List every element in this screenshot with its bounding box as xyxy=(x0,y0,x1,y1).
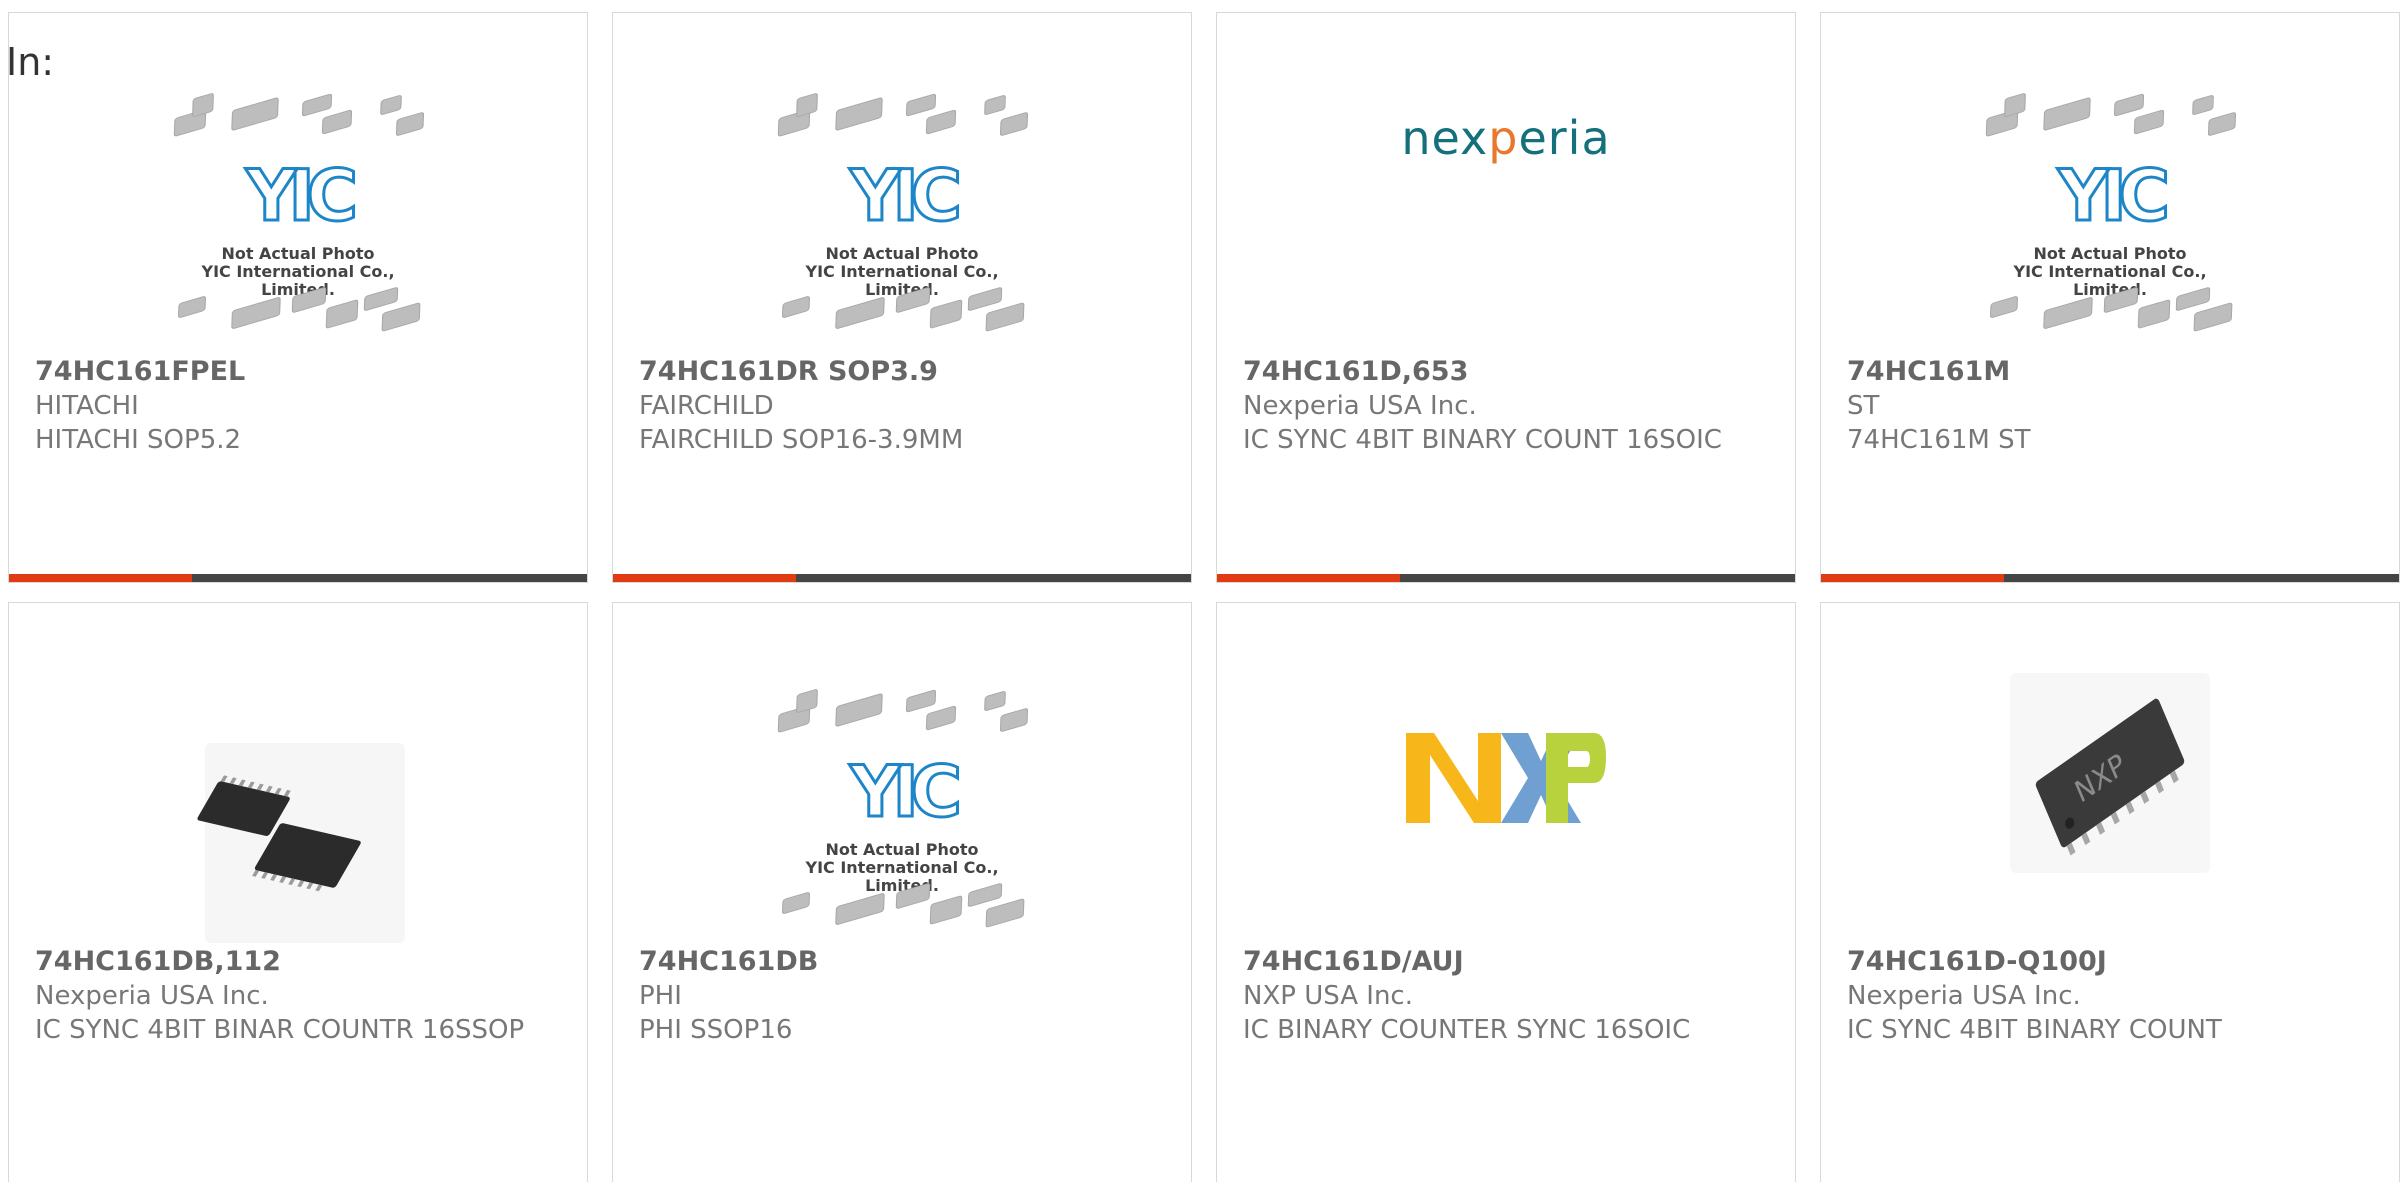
manufacturer: NXP USA Inc. xyxy=(1243,981,1413,1011)
description: HITACHI SOP5.2 xyxy=(35,425,242,455)
product-card[interactable]: 74HC161D/AUJ NXP USA Inc. IC BINARY COUN… xyxy=(1216,602,1796,1182)
product-image[interactable] xyxy=(163,673,433,943)
manufacturer: FAIRCHILD xyxy=(639,391,774,421)
product-image[interactable]: YIC Not Actual Photo YIC International C… xyxy=(1975,91,2245,361)
placeholder-note: Not Actual Photo xyxy=(2033,244,2187,263)
description: IC SYNC 4BIT BINAR COUNTR 16SSOP xyxy=(35,1015,525,1045)
product-card[interactable]: YIC Not Actual Photo YIC International C… xyxy=(612,602,1192,1182)
manufacturer: Nexperia USA Inc. xyxy=(35,981,269,1011)
placeholder-note: Not Actual Photo xyxy=(221,244,375,263)
card-accent-bar xyxy=(9,574,587,582)
card-accent-bar xyxy=(1821,574,2399,582)
nxp-logo xyxy=(1406,733,1606,823)
yic-logo: YIC xyxy=(2056,154,2171,239)
placeholder-note: Not Actual Photo xyxy=(825,840,979,859)
product-image[interactable]: YIC Not Actual Photo YIC International C… xyxy=(767,91,1037,361)
card-accent-bar xyxy=(613,574,1191,582)
product-card[interactable]: 74HC161DB,112 Nexperia USA Inc. IC SYNC … xyxy=(8,602,588,1182)
yic-placeholder-image: YIC Not Actual Photo YIC International C… xyxy=(1975,91,2245,361)
description: IC SYNC 4BIT BINARY COUNT 16SOIC xyxy=(1243,425,1722,455)
manufacturer: ST xyxy=(1847,391,1880,421)
part-number-link[interactable]: 74HC161D,653 xyxy=(1243,356,1468,387)
part-number-link[interactable]: 74HC161D-Q100J xyxy=(1847,946,2107,977)
nexperia-logo[interactable]: nexperia xyxy=(1401,111,1610,165)
description: IC SYNC 4BIT BINARY COUNT xyxy=(1847,1015,2222,1045)
part-number-link[interactable]: 74HC161DR SOP3.9 xyxy=(639,356,938,387)
yic-logo: YIC xyxy=(244,154,359,239)
product-card[interactable]: NXP 74HC161D-Q100J Nexperia USA Inc. IC … xyxy=(1820,602,2400,1182)
product-card[interactable]: YIC Not Actual Photo YIC International C… xyxy=(1820,12,2400,583)
product-image[interactable] xyxy=(1406,733,1606,827)
yic-placeholder-image: YIC Not Actual Photo YIC International C… xyxy=(767,687,1037,957)
yic-placeholder-image: YIC Not Actual Photo YIC International C… xyxy=(767,91,1037,361)
soic-chip-photo: NXP xyxy=(2010,673,2210,873)
part-number-link[interactable]: 74HC161FPEL xyxy=(35,356,245,387)
part-number-link[interactable]: 74HC161DB,112 xyxy=(35,946,281,977)
description: FAIRCHILD SOP16-3.9MM xyxy=(639,425,964,455)
yic-logo: YIC xyxy=(848,154,963,239)
product-card[interactable]: nexperia 74HC161D,653 Nexperia USA Inc. … xyxy=(1216,12,1796,583)
yic-placeholder-image: YIC Not Actual Photo YIC International C… xyxy=(163,91,433,361)
in-label: In: xyxy=(6,40,55,84)
product-card[interactable]: YIC Not Actual Photo YIC International C… xyxy=(8,12,588,583)
description: PHI SSOP16 xyxy=(639,1015,793,1045)
yic-logo: YIC xyxy=(848,750,963,835)
manufacturer: PHI xyxy=(639,981,682,1011)
manufacturer: Nexperia USA Inc. xyxy=(1243,391,1477,421)
ssop-chip-photo xyxy=(197,743,405,943)
description: 74HC161M ST xyxy=(1847,425,2031,455)
manufacturer: Nexperia USA Inc. xyxy=(1847,981,2081,1011)
card-accent-bar xyxy=(1217,574,1795,582)
product-grid: YIC Not Actual Photo YIC International C… xyxy=(0,0,2400,1182)
product-image[interactable]: NXP xyxy=(2010,673,2210,877)
part-number-link[interactable]: 74HC161D/AUJ xyxy=(1243,946,1464,977)
part-number-link[interactable]: 74HC161DB xyxy=(639,946,818,977)
product-card[interactable]: YIC Not Actual Photo YIC International C… xyxy=(612,12,1192,583)
product-image[interactable]: YIC Not Actual Photo YIC International C… xyxy=(767,687,1037,957)
placeholder-note: Not Actual Photo xyxy=(825,244,979,263)
product-image[interactable]: YIC Not Actual Photo YIC International C… xyxy=(163,91,433,361)
manufacturer: HITACHI xyxy=(35,391,139,421)
description: IC BINARY COUNTER SYNC 16SOIC xyxy=(1243,1015,1691,1045)
part-number-link[interactable]: 74HC161M xyxy=(1847,356,2010,387)
